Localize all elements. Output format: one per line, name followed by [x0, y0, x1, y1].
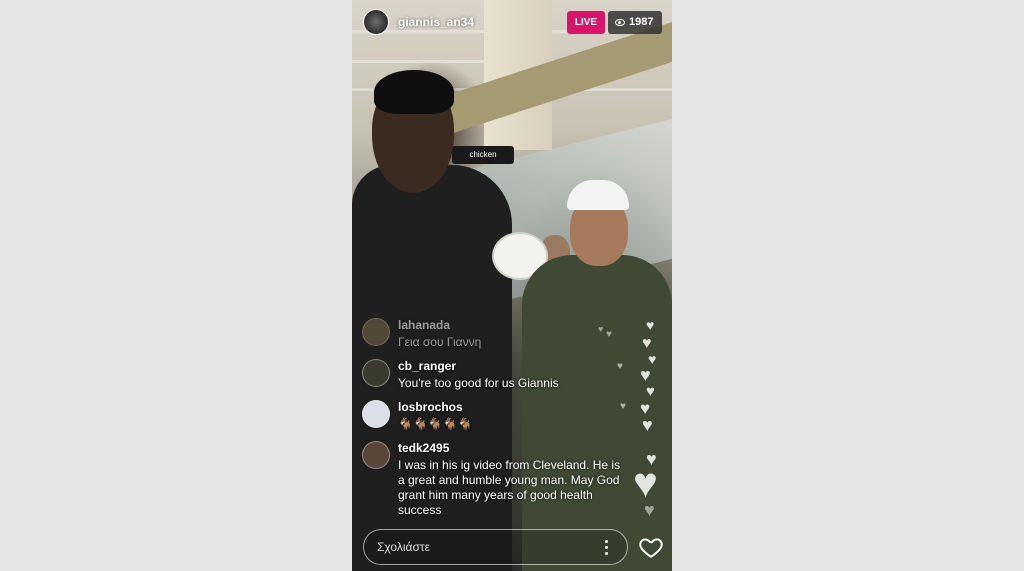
floating-heart-icon: ♥ — [648, 351, 657, 367]
more-options-icon[interactable] — [605, 540, 609, 556]
live-badge: LIVE — [567, 11, 605, 34]
floating-heart-icon: ♥ — [642, 415, 653, 435]
floating-heart-icon: ♥ — [646, 317, 655, 333]
person-left-hair — [374, 70, 454, 114]
viewer-count-badge[interactable]: 1987 — [608, 11, 662, 34]
floating-heart-icon: ♥ — [644, 500, 655, 520]
commenter-username[interactable]: losbrochos — [398, 400, 463, 414]
comment-text: You're too good for us Giannis — [398, 376, 559, 390]
floating-heart-icon: ♥ — [620, 401, 626, 412]
comment-item: cb_ranger You're too good for us Giannis — [362, 359, 622, 393]
comment-item: lahanada Γεια σου Γιαννη — [362, 318, 622, 352]
commenter-avatar[interactable] — [362, 400, 390, 428]
commenter-username[interactable]: tedk2495 — [398, 441, 449, 455]
heart-icon[interactable] — [638, 534, 664, 560]
floating-heart-icon: ♥ — [646, 383, 655, 400]
floating-heart-icon: ♥ — [606, 329, 612, 340]
comment-text: I was in his ig video from Cleveland. He… — [398, 458, 621, 517]
commenter-avatar[interactable] — [362, 441, 390, 469]
commenter-username[interactable]: lahanada — [398, 318, 450, 332]
comment-input[interactable]: Σχολιάστε — [363, 529, 628, 565]
commenter-avatar[interactable] — [362, 318, 390, 346]
floating-heart-icon: ♥ — [598, 324, 604, 334]
broadcaster-avatar[interactable] — [363, 9, 389, 35]
comment-item: tedk2495 I was in his ig video from Clev… — [362, 441, 622, 521]
eye-icon — [615, 19, 625, 26]
floating-heart-icon: ♥ — [640, 365, 651, 385]
comment-placeholder: Σχολιάστε — [377, 540, 430, 554]
floating-heart-icon: ♥ — [633, 459, 658, 506]
viewer-count: 1987 — [629, 16, 654, 28]
commenter-avatar[interactable] — [362, 359, 390, 387]
store-shelf — [432, 15, 672, 140]
commenter-username[interactable]: cb_ranger — [398, 359, 456, 373]
broadcaster-username[interactable]: giannis_an34 — [398, 15, 474, 29]
floating-heart-icon: ♥ — [642, 335, 652, 352]
comment-text: Γεια σου Γιαννη — [398, 335, 482, 349]
floating-heart-icon: ♥ — [617, 361, 623, 372]
comment-text: 🐐🐐🐐🐐🐐 — [398, 417, 473, 431]
comment-item: losbrochos 🐐🐐🐐🐐🐐 — [362, 400, 622, 434]
store-sign: chicken — [452, 146, 514, 164]
